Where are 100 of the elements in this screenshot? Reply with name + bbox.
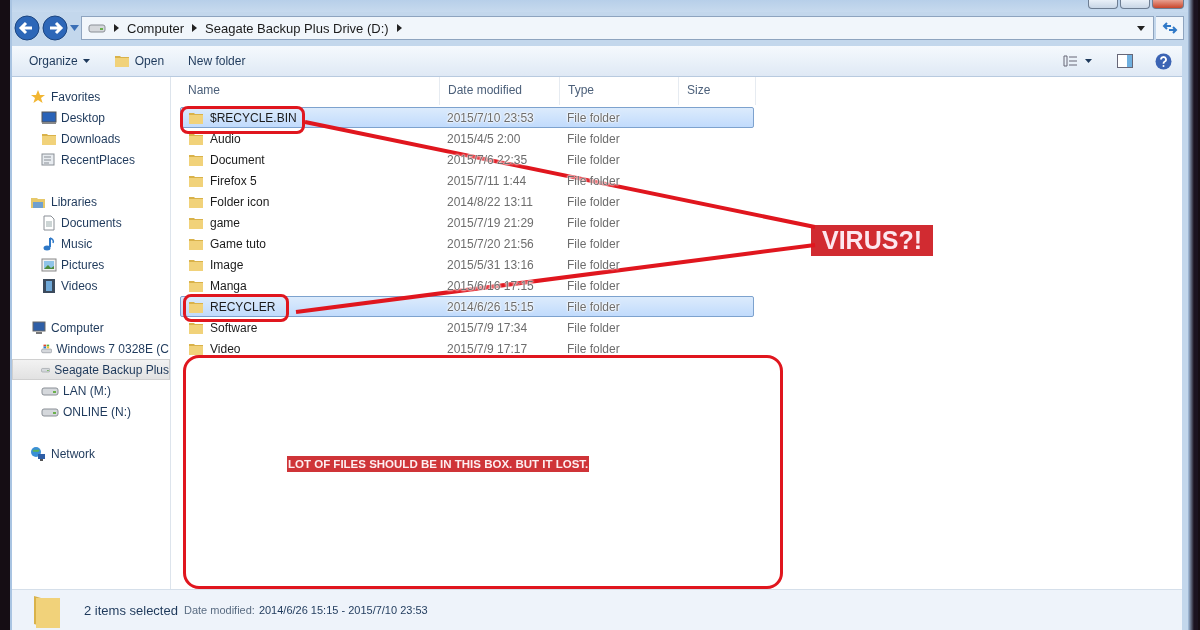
refresh-button[interactable] xyxy=(1156,16,1184,40)
forward-button[interactable] xyxy=(42,15,68,41)
drive-icon xyxy=(88,22,106,34)
type-cell-text: File folder xyxy=(566,131,621,146)
star-icon xyxy=(30,88,46,105)
date-cell-text: 2015/7/10 23:53 xyxy=(446,110,535,125)
sidebar-item[interactable]: ONLINE (N:) xyxy=(12,401,170,422)
file-name: $RECYCLE.BIN xyxy=(210,110,297,125)
type-cell-text: File folder xyxy=(566,299,621,314)
toolbar-button[interactable]: Open xyxy=(104,50,174,72)
file-row[interactable]: Video 2015/7/9 17:17 File folder xyxy=(180,338,754,359)
file-name: RECYCLER xyxy=(210,299,276,314)
refresh-icon xyxy=(1161,21,1178,35)
file-row[interactable]: RECYCLER 2014/6/26 15:15 File folder xyxy=(180,296,754,317)
date-cell-text: 2015/7/11 1:44 xyxy=(446,173,528,188)
maximize-button[interactable] xyxy=(1120,0,1150,9)
file-row[interactable]: Audio 2015/4/5 2:00 File folder xyxy=(180,128,754,149)
minimize-button[interactable] xyxy=(1088,0,1118,9)
type-cell-text: File folder xyxy=(566,257,621,272)
file-name: Document xyxy=(210,152,265,167)
file-name: Image xyxy=(210,257,244,272)
file-row[interactable]: Game tuto 2015/7/20 21:56 File folder xyxy=(180,233,754,254)
column-header[interactable]: Date modified xyxy=(440,77,560,105)
date-cell-text: 2015/5/31 13:16 xyxy=(446,257,535,272)
file-name: Software xyxy=(210,320,258,335)
file-row[interactable]: Software 2015/7/9 17:34 File folder xyxy=(180,317,754,338)
sidebar-group[interactable]: Libraries xyxy=(12,191,170,212)
film-icon xyxy=(41,277,57,294)
sidebar-item[interactable]: Desktop xyxy=(12,107,170,128)
detail-label: Date modified: xyxy=(183,604,255,616)
view-options-icon[interactable] xyxy=(1063,55,1093,67)
sidebar-item[interactable]: Downloads xyxy=(12,128,170,149)
recent-places-icon xyxy=(41,151,57,168)
caret-icon xyxy=(82,59,90,63)
callout-label: VIRUS?! xyxy=(811,225,933,256)
toolbar-button[interactable]: Organize xyxy=(20,51,99,71)
address-field[interactable]: Computer Seagate Backup Plus Drive (D:) xyxy=(81,16,1154,40)
column-header[interactable]: Type xyxy=(560,77,679,105)
file-name: Manga xyxy=(210,278,247,293)
note-label: LOT OF FILES SHOULD BE IN THIS BOX. BUT IT LOST. xyxy=(287,456,590,472)
network-icon xyxy=(30,445,46,462)
type-cell-text: File folder xyxy=(566,320,621,335)
chevron-icon xyxy=(114,24,119,32)
preview-pane-icon[interactable] xyxy=(1117,54,1133,68)
date-cell-text: 2014/8/22 13:11 xyxy=(446,194,534,209)
detail-value: 2014/6/26 15:15 - 2015/7/10 23:53 xyxy=(258,604,428,616)
file-row[interactable]: game 2015/7/19 21:29 File folder xyxy=(180,212,754,233)
breadcrumb[interactable]: Seagate Backup Plus Drive (D:) xyxy=(205,20,389,36)
help-icon[interactable] xyxy=(1155,52,1172,70)
type-cell-text: File folder xyxy=(566,110,621,125)
chevron-icon xyxy=(192,24,198,32)
sidebar-group[interactable]: Network xyxy=(12,443,170,464)
type-cell-text: File folder xyxy=(566,152,621,167)
type-cell-text: File folder xyxy=(566,215,621,230)
history-dropdown-icon[interactable] xyxy=(70,25,79,31)
sidebar-item[interactable]: Windows 7 0328E (C xyxy=(12,338,170,359)
selection-count: 2 items selected xyxy=(84,602,178,618)
type-cell-text: File folder xyxy=(566,341,621,356)
sidebar-item[interactable]: Seagate Backup Plus xyxy=(12,359,170,380)
type-cell-text: File folder xyxy=(566,194,621,209)
date-cell-text: 2015/7/20 21:56 xyxy=(446,236,535,251)
date-cell-text: 2015/7/9 17:17 xyxy=(446,341,529,356)
computer-icon xyxy=(30,319,46,336)
date-cell-text: 2015/4/5 2:00 xyxy=(446,131,522,146)
column-header[interactable]: Name xyxy=(180,77,440,105)
sidebar-group[interactable]: Computer xyxy=(12,317,170,338)
column-header[interactable]: Size xyxy=(679,77,756,105)
desktop-icon xyxy=(41,109,57,126)
sidebar-item[interactable]: RecentPlaces xyxy=(12,149,170,170)
sidebar-item[interactable]: Music xyxy=(12,233,170,254)
type-cell-text: File folder xyxy=(566,278,621,293)
document-icon xyxy=(41,214,57,231)
dropdown-icon[interactable] xyxy=(1137,25,1145,31)
music-note-icon xyxy=(41,235,57,252)
file-name: Firefox 5 xyxy=(210,173,257,188)
date-cell-text: 2014/6/26 15:15 xyxy=(446,299,535,314)
file-row[interactable]: $RECYCLE.BIN 2015/7/10 23:53 File folder xyxy=(180,107,754,128)
sidebar-item[interactable]: LAN (M:) xyxy=(12,380,170,401)
file-row[interactable]: Folder icon 2014/8/22 13:11 File folder xyxy=(180,191,754,212)
file-name: Folder icon xyxy=(210,194,270,209)
sidebar-group[interactable]: Favorites xyxy=(12,86,170,107)
chevron-icon xyxy=(396,24,402,32)
drive-icon xyxy=(41,405,59,418)
sidebar-item[interactable]: Pictures xyxy=(12,254,170,275)
sidebar-item[interactable]: Documents xyxy=(12,212,170,233)
back-button[interactable] xyxy=(14,15,40,41)
date-cell-text: 2015/7/9 17:34 xyxy=(446,320,529,335)
toolbar-button[interactable]: New folder xyxy=(179,51,255,71)
file-row[interactable]: Image 2015/5/31 13:16 File folder xyxy=(180,254,754,275)
type-cell-text: File folder xyxy=(566,236,621,251)
file-name: Video xyxy=(210,341,241,356)
drive-icon xyxy=(41,384,59,397)
breadcrumb[interactable]: Computer xyxy=(127,20,185,36)
pictures-icon xyxy=(41,256,57,273)
sidebar-item[interactable]: Videos xyxy=(12,275,170,296)
open-folder-icon xyxy=(113,53,130,69)
file-name: Audio xyxy=(210,131,241,146)
file-name: Game tuto xyxy=(210,236,267,251)
file-name: game xyxy=(210,215,241,230)
date-cell-text: 2015/7/19 21:29 xyxy=(446,215,535,230)
